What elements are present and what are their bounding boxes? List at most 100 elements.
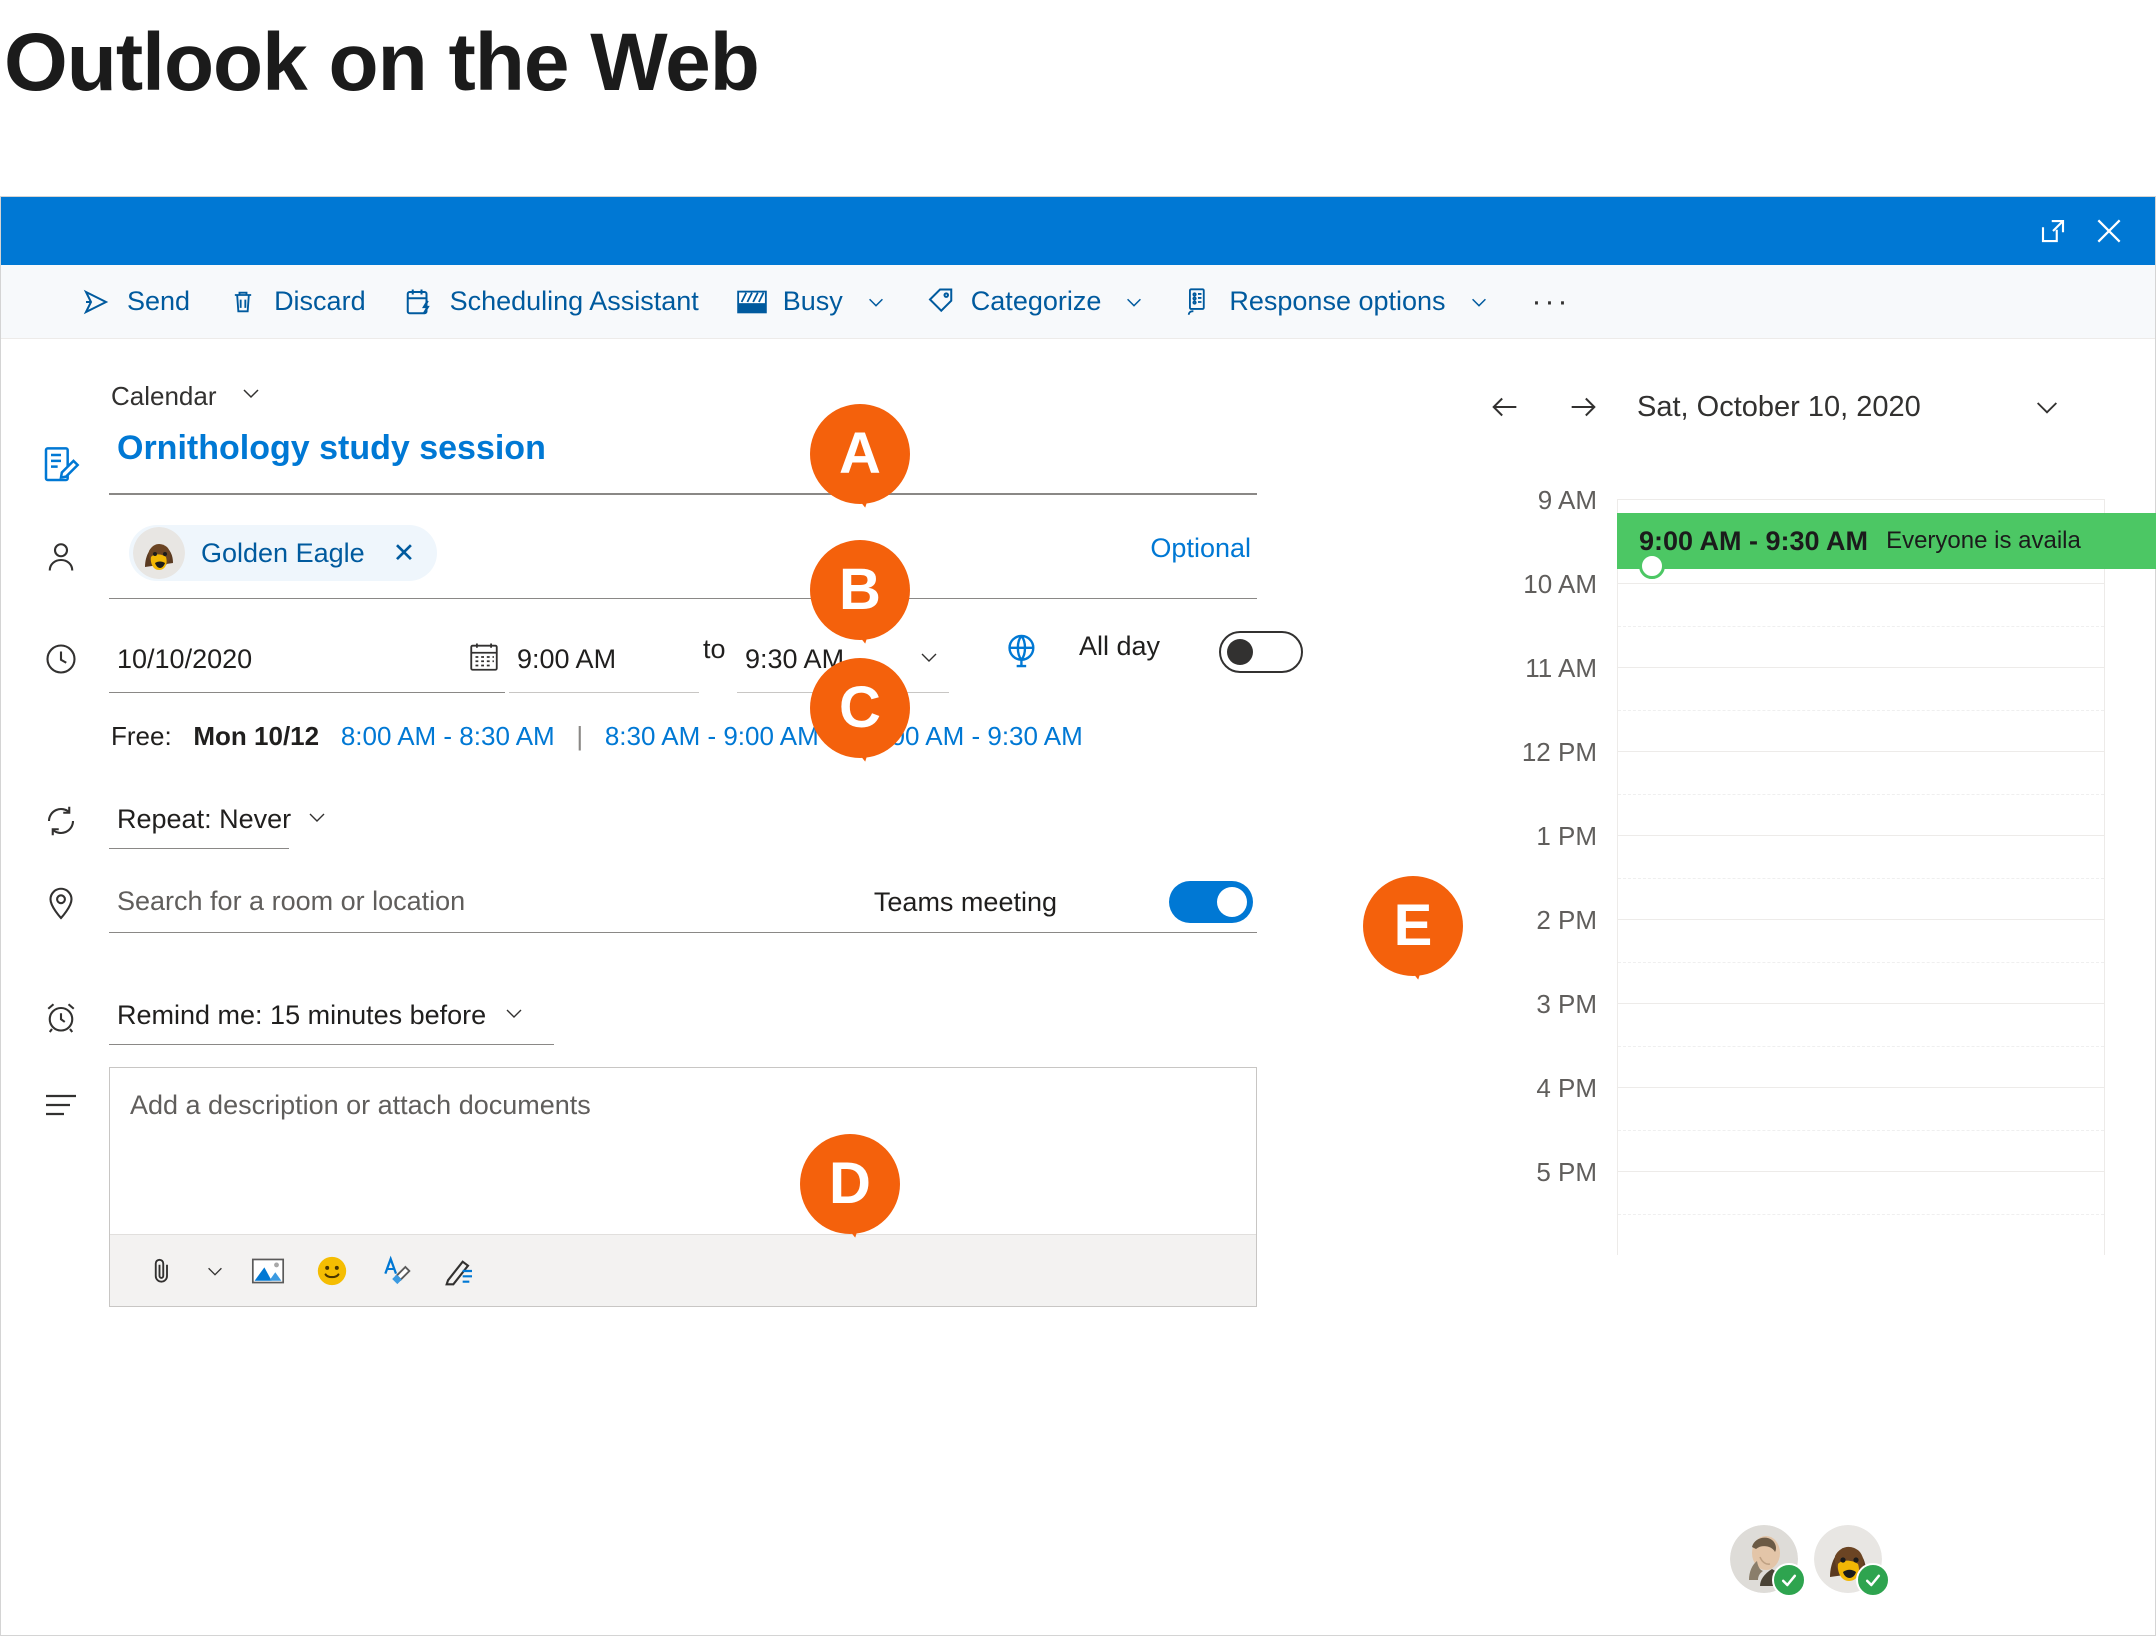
teams-meeting-toggle[interactable] [1169,881,1253,923]
discard-label: Discard [274,286,366,316]
calendar-selector-label: Calendar [111,381,217,411]
chevron-down-icon [1468,291,1490,313]
repeat-dropdown[interactable]: Repeat: Never [109,791,325,849]
send-button[interactable]: Send [61,265,208,339]
time-range-separator: to [703,634,726,664]
emoji-icon[interactable] [304,1243,360,1299]
hour-cell [1617,1003,2105,1087]
event-form: Calendar Ornithology study session Golde… [1,339,1457,1635]
busy-label: Busy [782,286,843,316]
callout-bubble: E [1363,876,1463,976]
event-availability-note: Everyone is availa [1886,527,2081,554]
location-pin-icon [39,881,83,925]
discard-button[interactable]: Discard [208,265,384,339]
callout-letter: E [1393,893,1433,958]
chevron-down-icon [305,805,329,834]
insert-picture-icon[interactable] [240,1243,296,1299]
all-day-label: All day [1079,631,1161,661]
calendar-selector[interactable]: Calendar [111,381,263,412]
calendar-date-header: Sat, October 10, 2020 [1637,390,1921,423]
compose-toolbar: Send Discard Scheduling Assistant Busy C… [1,265,2155,339]
free-sep-1: | [576,721,584,751]
callout-bubble: A [810,404,910,504]
optional-attendees-link[interactable]: Optional [1150,533,1251,564]
callout-letter: C [839,675,881,740]
arrow-left-icon[interactable] [1475,377,1535,437]
event-time-label: 9:00 AM - 9:30 AM [1639,525,1869,556]
callout-letter: B [839,557,881,622]
page-title: Outlook on the Web [4,17,760,108]
location-field[interactable]: Search for a room or location Teams meet… [109,871,1257,933]
attendees-field[interactable]: Golden Eagle ✕ Optional [109,525,1257,599]
attendee-icon [39,535,83,579]
repeat-icon [39,799,83,843]
hour-label: 9 AM [1537,485,1597,515]
response-options-dropdown[interactable]: Response options [1163,265,1507,339]
signature-icon[interactable] [432,1243,488,1299]
hour-label: 11 AM [1525,653,1597,683]
busy-dropdown[interactable]: Busy [717,265,905,339]
attendee-status-strip [1457,1525,2155,1597]
close-icon[interactable] [2081,208,2137,254]
callout-b: B [787,540,920,650]
availability-event-block[interactable]: 9:00 AM - 9:30 AM Everyone is availa [1617,513,2156,579]
event-title-field[interactable]: Ornithology study session [109,431,1257,495]
start-date-field[interactable]: 10/10/2020 [109,627,505,693]
scheduling-assistant-label: Scheduling Assistant [449,286,699,316]
description-editor[interactable]: Add a description or attach documents [109,1067,1257,1307]
callout-a: A [787,404,920,514]
chevron-down-icon [239,381,263,412]
categorize-label: Categorize [970,286,1102,316]
timezone-globe-icon[interactable] [1001,629,1045,673]
send-label: Send [127,286,191,316]
callout-bubble: B [810,540,910,640]
hour-cell [1617,1171,2105,1255]
start-time-field[interactable]: 9:00 AM [509,627,699,693]
chevron-down-icon[interactable] [2017,377,2077,437]
pop-out-icon[interactable] [2025,208,2081,254]
hour-label: 3 PM [1536,989,1597,1019]
description-placeholder: Add a description or attach documents [130,1090,591,1120]
hour-cell [1617,583,2105,667]
attendee-name: Golden Eagle [201,537,365,568]
font-color-icon[interactable] [368,1243,424,1299]
repeat-value: Repeat: Never [117,804,292,834]
hour-cell [1617,835,2105,919]
response-options-icon [1181,285,1215,319]
more-options-button[interactable]: ··· [1508,285,1595,319]
teams-meeting-label: Teams meeting [873,887,1057,917]
attendee-chip[interactable]: Golden Eagle ✕ [129,525,438,581]
free-label: Free: [111,721,172,751]
arrow-right-icon[interactable] [1553,377,1613,437]
chevron-down-icon[interactable] [198,1243,232,1299]
hour-cell [1617,751,2105,835]
calendar-grid[interactable]: 9 AM 9:00 AM - 9:30 AM Everyone is avail… [1457,485,2156,1299]
free-slot-1[interactable]: 8:00 AM - 8:30 AM [341,721,555,751]
attendee-status-item[interactable] [1730,1525,1806,1597]
attendee-status-item[interactable] [1814,1525,1890,1597]
attach-icon[interactable] [134,1243,190,1299]
remove-attendee-icon[interactable]: ✕ [393,538,416,569]
tag-icon [923,285,957,319]
event-title-icon [39,443,83,487]
resize-handle-bottom-left[interactable] [1639,553,1665,579]
reminder-dropdown[interactable]: Remind me: 15 minutes before [109,987,554,1045]
categorize-dropdown[interactable]: Categorize [905,265,1164,339]
chevron-down-icon [1123,291,1145,313]
window-titlebar [1,197,2155,265]
callout-bubble: C [810,658,910,758]
calendar-icon[interactable] [467,640,501,679]
clock-icon [39,637,83,681]
chevron-down-icon [865,291,887,313]
location-placeholder: Search for a room or location [117,886,466,916]
hour-label: 1 PM [1536,821,1597,851]
hour-row: 5 PM [1457,1157,2155,1255]
scheduling-assistant-button[interactable]: Scheduling Assistant [384,265,717,339]
start-date-value: 10/10/2020 [117,644,253,674]
avatar [133,527,185,579]
send-icon [79,285,113,319]
description-toolbar [110,1234,1256,1306]
event-title-value: Ornithology study session [117,429,546,467]
all-day-toggle[interactable] [1219,631,1303,673]
hour-label: 2 PM [1536,905,1597,935]
